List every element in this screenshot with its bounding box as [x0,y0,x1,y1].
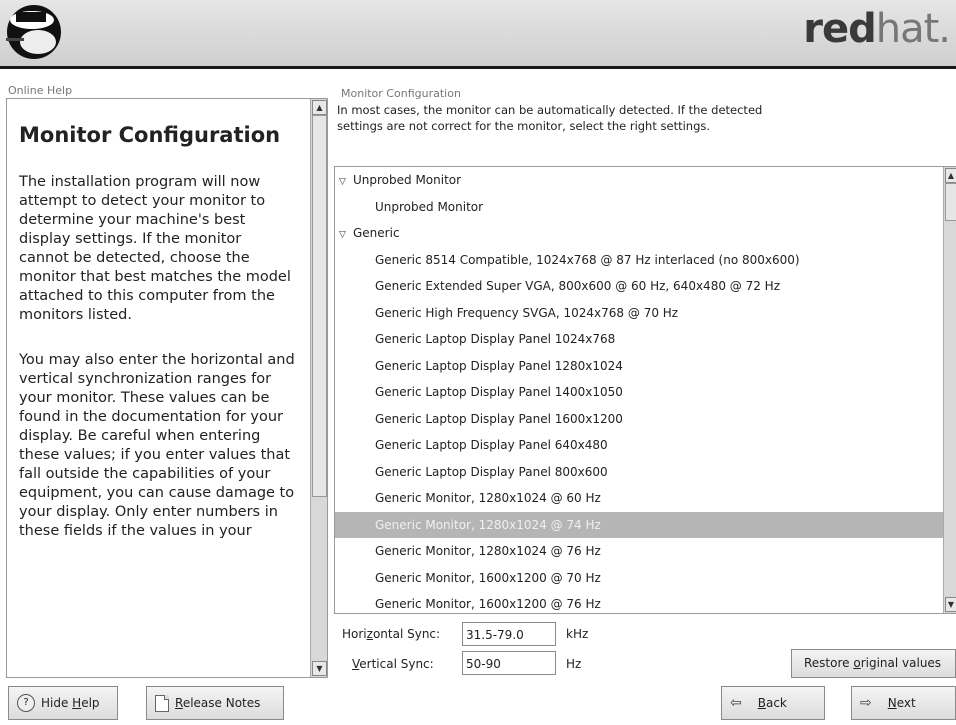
next-label: Next [887,696,916,710]
row-label: Unprobed Monitor [353,173,462,187]
document-icon [155,694,169,712]
tree-item-row[interactable]: Generic High Frequency SVGA, 1024x768 @ … [335,300,943,327]
expand-triangle-icon[interactable]: ▽ [339,222,353,249]
tree-item-row[interactable]: Generic Laptop Display Panel 1400x1050 [335,379,943,406]
vertical-sync-label: Vertical Sync: [352,657,434,671]
horizontal-sync-input[interactable]: 31.5-79.0 [462,622,556,646]
tree-item-row[interactable]: Generic 8514 Compatible, 1024x768 @ 87 H… [335,247,943,274]
help-frame-title: Online Help [8,84,73,97]
row-label: Generic Laptop Display Panel 640x480 [375,438,608,452]
header-banner: redhat. [0,0,956,69]
back-button[interactable]: ⇦ Back [721,686,825,720]
tree-item-row[interactable]: Generic Laptop Display Panel 640x480 [335,432,943,459]
tree-item-row[interactable]: Generic Monitor, 1280x1024 @ 74 Hz [335,511,943,538]
row-label: Generic Monitor, 1600x1200 @ 76 Hz [375,597,601,611]
help-scroll-thumb[interactable] [312,115,327,497]
row-label: Generic Monitor, 1280x1024 @ 74 Hz [375,517,601,532]
redhat-shadowman-logo [6,5,61,59]
scroll-down-arrow-icon[interactable]: ▼ [945,597,956,612]
release-notes-label: Release Notes [175,696,261,710]
tree-item-row[interactable]: Unprobed Monitor [335,194,943,221]
row-label: Generic Laptop Display Panel 1280x1024 [375,358,623,373]
row-label: Generic Extended Super VGA, 800x600 @ 60… [375,279,780,293]
horizontal-sync-label: Horizontal Sync: [342,627,441,641]
horizontal-sync-unit: kHz [566,627,589,641]
tree-item-row[interactable]: Generic Monitor, 1280x1024 @ 60 Hz [335,485,943,512]
help-paragraph-2: You may also enter the horizontal and ve… [19,352,295,539]
monitor-intro-text: In most cases, the monitor can be automa… [337,103,763,133]
expand-triangle-icon[interactable]: ▽ [339,169,353,196]
row-label: Generic Monitor, 1280x1024 @ 60 Hz [375,491,601,505]
row-label: Generic Laptop Display Panel 1600x1200 [375,411,623,426]
online-help-panel: Monitor Configuration The installation p… [6,98,328,678]
help-icon: ? [17,694,35,712]
back-arrow-icon: ⇦ [730,695,742,711]
vertical-sync-unit: Hz [566,657,582,671]
back-label: Back [757,696,787,710]
tree-item-row[interactable]: Generic Laptop Display Panel 1600x1200 [335,406,943,433]
row-label: Generic Laptop Display Panel 800x600 [375,464,608,479]
tree-item-row[interactable]: Generic Monitor, 1600x1200 @ 70 Hz [335,565,943,592]
tree-item-row[interactable]: Generic Monitor, 1600x1200 @ 76 Hz [335,591,943,613]
help-content: Monitor Configuration The installation p… [7,99,305,677]
row-label: Generic [353,226,400,240]
tree-item-row[interactable]: Generic Laptop Display Panel 1024x768 [335,326,943,353]
scroll-up-arrow-icon[interactable]: ▲ [312,100,327,115]
tree-group-row[interactable]: ▽ Unprobed Monitor [335,167,943,194]
hide-help-label: Hide Help [41,696,100,710]
row-label: Unprobed Monitor [375,199,484,214]
redhat-wordmark: redhat. [803,6,951,52]
hide-help-button[interactable]: ? Hide Help [8,686,118,720]
tree-item-row[interactable]: Generic Laptop Display Panel 800x600 [335,459,943,486]
scroll-up-arrow-icon[interactable]: ▲ [945,168,956,183]
help-paragraph-1: The installation program will now attemp… [19,174,291,323]
help-heading: Monitor Configuration [19,123,281,147]
vertical-sync-input[interactable]: 50-90 [462,651,556,675]
tree-item-row[interactable]: Generic Extended Super VGA, 800x600 @ 60… [335,273,943,300]
row-label: Generic Monitor, 1600x1200 @ 70 Hz [375,570,601,585]
restore-original-values-button[interactable]: Restore original values [791,649,956,678]
row-label: Generic Laptop Display Panel 1024x768 [375,332,616,346]
scroll-down-arrow-icon[interactable]: ▼ [312,661,327,676]
monitor-list-panel: ▽ Unprobed Monitor Unprobed Monitor ▽ Generi… [334,166,956,614]
next-button[interactable]: ⇨ Next [851,686,956,720]
list-scroll-thumb[interactable] [945,183,956,221]
release-notes-button[interactable]: Release Notes [146,686,284,720]
monitor-list-scrollbar[interactable]: ▲ ▼ [943,167,956,613]
monitor-frame-title: Monitor Configuration [341,87,461,100]
row-label: Generic 8514 Compatible, 1024x768 @ 87 H… [375,252,800,267]
row-label: Generic High Frequency SVGA, 1024x768 @ … [375,305,679,320]
tree-group-row[interactable]: ▽ Generic [335,220,943,247]
tree-item-row[interactable]: Generic Laptop Display Panel 1280x1024 [335,353,943,380]
row-label: Generic Laptop Display Panel 1400x1050 [375,385,623,399]
tree-item-row[interactable]: Generic Monitor, 1280x1024 @ 76 Hz [335,538,943,565]
row-label: Generic Monitor, 1280x1024 @ 76 Hz [375,544,601,558]
help-scrollbar[interactable]: ▲ ▼ [310,99,327,677]
monitor-tree-list[interactable]: ▽ Unprobed Monitor Unprobed Monitor ▽ Generi… [335,167,943,613]
next-arrow-icon: ⇨ [860,695,872,711]
